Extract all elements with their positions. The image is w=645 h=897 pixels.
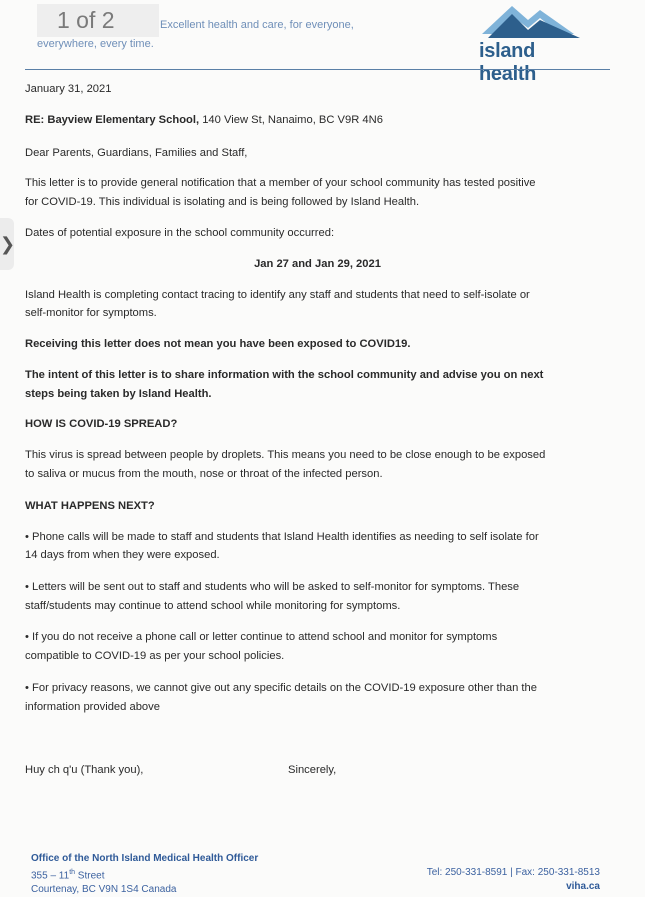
re-address: 140 View St, Nanaimo, BC V9R 4N6	[199, 114, 383, 126]
bullet-4-line-2: information provided above	[25, 701, 160, 713]
exposure-dates: Jan 27 and Jan 29, 2021	[254, 258, 381, 270]
paragraph-3-line-1: Island Health is completing contact trac…	[25, 289, 530, 301]
paragraph-4-line-2: to saliva or mucus from the mouth, nose …	[25, 468, 383, 480]
re-label: RE: Bayview Elementary School,	[25, 114, 200, 126]
paragraph-2: Dates of potential exposure in the schoo…	[25, 227, 335, 239]
paragraph-1-line-1: This letter is to provide general notifi…	[25, 177, 536, 189]
previous-page-chevron-icon[interactable]: ❯	[0, 218, 15, 270]
bullet-2-line-2: staff/students may continue to attend sc…	[25, 600, 401, 612]
bold-notice-2-line-1: The intent of this letter is to share in…	[25, 369, 544, 381]
paragraph-3-line-2: self-monitor for symptoms.	[25, 307, 157, 319]
bold-notice-1: Receiving this letter does not mean you …	[25, 338, 411, 350]
letter-subject: RE: Bayview Elementary School, 140 View …	[25, 110, 610, 130]
page-indicator: 1 of 2	[37, 4, 159, 37]
footer-street-name: Street	[75, 870, 105, 882]
salutation: Dear Parents, Guardians, Families and St…	[25, 147, 248, 159]
header-divider	[25, 69, 610, 70]
bullet-4-line-1: • For privacy reasons, we cannot give ou…	[25, 682, 537, 694]
mountain-logo-icon	[482, 6, 580, 38]
footer-address: Office of the North Island Medical Healt…	[31, 852, 391, 897]
letter-page: Excellent health and care, for everyone,…	[0, 0, 645, 895]
closing-thank-you: Huy ch q'u (Thank you),	[25, 764, 144, 776]
closing-sincerely: Sincerely,	[288, 764, 337, 776]
bullet-2-line-1: • Letters will be sent out to staff and …	[25, 581, 520, 593]
letter-date: January 31, 2021	[25, 83, 112, 95]
footer-office: Office of the North Island Medical Healt…	[31, 853, 259, 864]
footer-street: 355 – 11th Street	[31, 866, 391, 883]
paragraph-1-line-2: for COVID-19. This individual is isolati…	[25, 196, 420, 208]
footer-contact: Tel: 250-331-8591 | Fax: 250-331-8513	[426, 867, 600, 878]
bullet-3-line-1: • If you do not receive a phone call or …	[25, 631, 498, 643]
bold-notice-2-line-2: steps being taken by Island Health.	[25, 388, 212, 400]
footer-city: Courtenay, BC V9N 1S4 Canada	[31, 884, 177, 896]
bullet-3-line-2: compatible to COVID-19 as per your schoo…	[25, 650, 285, 662]
tagline-line-2: everywhere, every time.	[37, 38, 154, 50]
heading-what-next: WHAT HAPPENS NEXT?	[25, 500, 155, 512]
island-health-logo: island health	[472, 0, 596, 85]
footer-street-number: 355 – 11	[31, 870, 70, 882]
bullet-1-line-2: 14 days from when they were exposed.	[25, 549, 220, 561]
paragraph-4-line-1: This virus is spread between people by d…	[25, 449, 546, 461]
heading-how-spread: HOW IS COVID-19 SPREAD?	[25, 418, 178, 430]
bullet-1-line-1: • Phone calls will be made to staff and …	[25, 531, 539, 543]
footer-contact-block: Tel: 250-331-8591 | Fax: 250-331-8513 vi…	[380, 866, 600, 894]
